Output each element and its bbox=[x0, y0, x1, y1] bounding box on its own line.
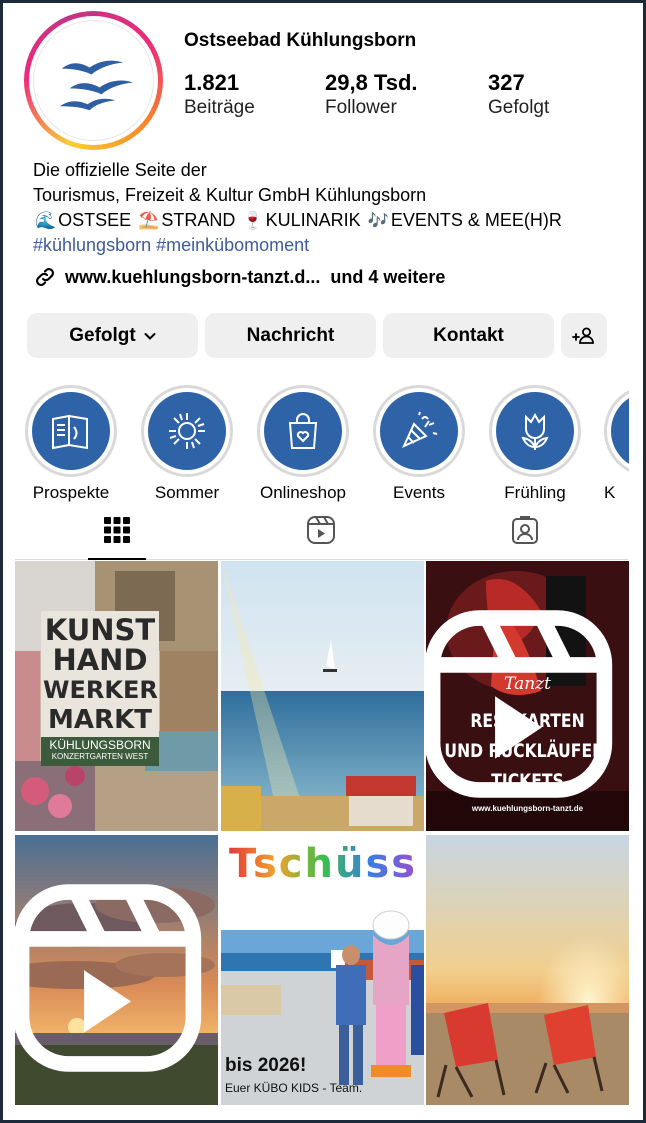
posts-count[interactable]: 1.821 Beiträge bbox=[184, 70, 255, 120]
tab-tagged[interactable] bbox=[508, 513, 542, 547]
tulip-icon bbox=[521, 412, 549, 450]
chevron-down-icon bbox=[144, 332, 156, 340]
highlight-label: Sommer bbox=[154, 483, 220, 502]
stat-value: 327 bbox=[488, 70, 525, 95]
post-headline: Tschüss bbox=[229, 841, 418, 887]
wave-emoji-icon: 🌊 bbox=[35, 211, 57, 230]
post-text: HAND bbox=[52, 643, 148, 677]
bio-hashtags[interactable]: #kühlungsborn #meinkübomoment bbox=[33, 233, 562, 258]
tagged-icon bbox=[512, 516, 538, 544]
post-text: WERKER bbox=[43, 676, 158, 704]
stat-label: Gefolgt bbox=[488, 97, 550, 118]
beach-umbrella-emoji-icon: ⛱️ bbox=[138, 211, 160, 230]
highlight-onlineshop[interactable]: Onlineshop bbox=[257, 385, 349, 503]
reels-icon bbox=[307, 516, 335, 544]
stat-label: Follower bbox=[325, 97, 397, 118]
post-text: Euer KÜBO KIDS - Team. bbox=[225, 1081, 363, 1095]
message-label: Nachricht bbox=[246, 324, 335, 346]
music-notes-emoji-icon: 🎶 bbox=[367, 211, 389, 230]
contact-label: Kontakt bbox=[433, 324, 504, 346]
sun-icon bbox=[169, 413, 205, 449]
highlight-events[interactable]: Events bbox=[373, 385, 465, 503]
seagulls-logo-icon bbox=[59, 60, 134, 111]
tab-reels[interactable] bbox=[304, 513, 338, 547]
profile-avatar[interactable] bbox=[24, 11, 163, 150]
post-subtext: KONZERTGARTEN WEST bbox=[51, 752, 149, 761]
highlight-label: Onlineshop bbox=[259, 483, 346, 502]
stat-label: Beiträge bbox=[184, 97, 255, 118]
post-tile[interactable]: Tschüss bis 2026! Euer KÜBO KIDS - Team. bbox=[221, 835, 424, 1105]
highlight-label: K bbox=[604, 483, 616, 502]
active-tab-indicator bbox=[88, 558, 146, 560]
post-tile[interactable]: KUNST HAND WERKER MARKT KÜHLUNGSBORN KON… bbox=[15, 561, 218, 831]
shopping-bag-icon bbox=[288, 413, 318, 449]
contact-button[interactable]: Kontakt bbox=[383, 313, 554, 358]
bio-line: Tourismus, Freizeit & Kultur GmbH Kühlun… bbox=[33, 185, 427, 205]
more-links[interactable]: und 4 weitere bbox=[330, 267, 445, 288]
suggest-people-button[interactable] bbox=[561, 313, 607, 358]
highlight-label: Frühling bbox=[504, 483, 566, 502]
highlight-sommer[interactable]: Sommer bbox=[141, 385, 233, 503]
profile-bio: Die offizielle Seite der Tourismus, Frei… bbox=[33, 158, 562, 258]
highlight-clip: K bbox=[604, 380, 629, 505]
add-person-icon bbox=[572, 327, 594, 344]
bio-word: STRAND bbox=[161, 210, 236, 230]
post-text: bis 2026! bbox=[225, 1055, 307, 1076]
highlight-prospekte[interactable]: Prospekte bbox=[25, 385, 117, 503]
link-icon bbox=[36, 268, 54, 286]
post-tile[interactable] bbox=[15, 835, 218, 1105]
bio-word: EVENTS & MEE(H)R bbox=[390, 210, 562, 230]
message-button[interactable]: Nachricht bbox=[205, 313, 376, 358]
following-count[interactable]: 327 Gefolgt bbox=[488, 70, 549, 120]
post-tile[interactable]: Kühlungsborn Tanzt RESTKARTEN UND RÜCKLÄ… bbox=[426, 561, 629, 831]
brochure-icon bbox=[52, 414, 88, 450]
stat-value: 1.821 bbox=[184, 70, 240, 95]
followers-count[interactable]: 29,8 Tsd. Follower bbox=[325, 70, 418, 120]
post-text: KUNST bbox=[44, 613, 156, 647]
highlight-fruehling[interactable]: Frühling bbox=[489, 385, 581, 503]
post-tile[interactable] bbox=[426, 835, 629, 1105]
bio-line: Die offizielle Seite der bbox=[33, 160, 207, 180]
bio-line: 🌊 OSTSEE ⛱️ STRAND 🍷 KULINARIK 🎶 EVENTS & ME… bbox=[33, 208, 562, 233]
grid-icon bbox=[104, 517, 130, 543]
profile-tabs bbox=[15, 505, 628, 560]
post-text: MARKT bbox=[48, 705, 152, 735]
post-subtext: KÜHLUNGSBORN bbox=[49, 738, 151, 752]
highlight-label: Events bbox=[393, 483, 445, 502]
post-tile[interactable] bbox=[221, 561, 424, 831]
wine-emoji-icon: 🍷 bbox=[242, 211, 264, 230]
post-image bbox=[426, 835, 629, 1105]
party-popper-icon bbox=[401, 411, 438, 449]
bio-word: KULINARIK bbox=[265, 210, 361, 230]
profile-name: Ostseebad Kühlungsborn bbox=[184, 30, 417, 51]
tab-posts-grid[interactable] bbox=[100, 513, 134, 547]
following-label: Gefolgt bbox=[69, 324, 136, 346]
bio-word: OSTSEE bbox=[58, 210, 132, 230]
reel-badge-icon bbox=[15, 884, 202, 1072]
stat-value: 29,8 Tsd. bbox=[325, 70, 418, 95]
highlight-label: Prospekte bbox=[32, 483, 110, 502]
link-url[interactable]: www.kuehlungsborn-tanzt.d... bbox=[65, 267, 320, 288]
profile-links[interactable]: www.kuehlungsborn-tanzt.d... und 4 weite… bbox=[33, 265, 445, 289]
following-button[interactable]: Gefolgt bbox=[27, 313, 198, 358]
reel-badge-icon bbox=[426, 610, 613, 798]
partial-highlight-icon bbox=[626, 407, 629, 455]
highlight-partial[interactable]: K bbox=[604, 385, 629, 503]
post-image bbox=[221, 561, 424, 831]
